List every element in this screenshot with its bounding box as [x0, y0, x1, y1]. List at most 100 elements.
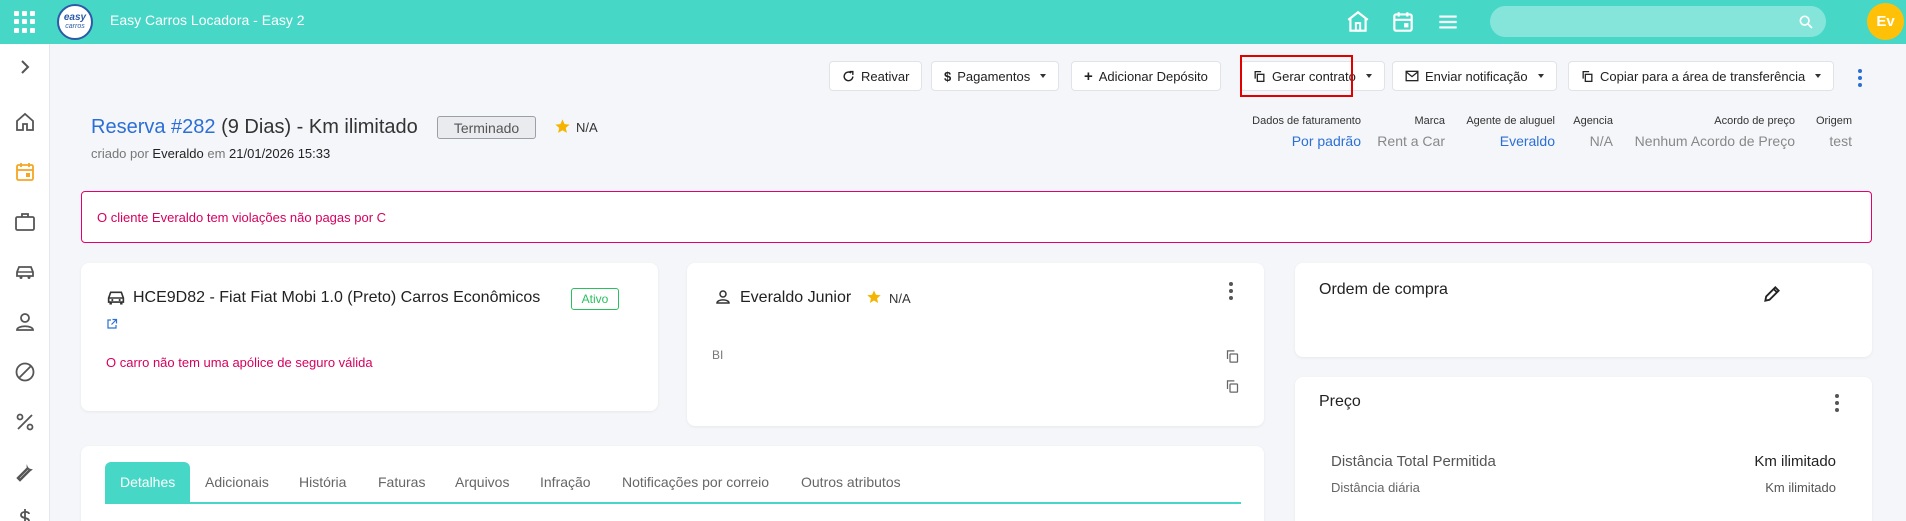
- sidebar-item-percent-icon[interactable]: [13, 410, 37, 434]
- customer-more-options-icon[interactable]: [1229, 282, 1233, 300]
- refresh-icon: [843, 70, 854, 81]
- send-notification-dropdown-button[interactable]: Enviar notificação: [1392, 61, 1557, 91]
- home-icon[interactable]: [1345, 9, 1371, 35]
- calendar-icon[interactable]: [1390, 9, 1416, 35]
- created-prefix: criado por: [91, 146, 153, 161]
- sidebar-item-dollar-icon[interactable]: [13, 506, 37, 521]
- tab-history[interactable]: História: [299, 462, 346, 502]
- car-icon: [107, 291, 125, 305]
- meta-label: Marca: [1414, 115, 1445, 127]
- star-icon: [555, 119, 570, 133]
- sidebar-item-car-icon[interactable]: [13, 260, 37, 284]
- top-bar: easy carros Easy Carros Locadora - Easy …: [0, 0, 1906, 44]
- customer-rating: N/A: [889, 291, 911, 306]
- chevron-right-icon[interactable]: [13, 55, 37, 79]
- more-options-icon[interactable]: [1858, 69, 1862, 87]
- sidebar-item-reservations-icon[interactable]: [13, 160, 37, 184]
- envelope-icon: [1405, 70, 1419, 82]
- sidebar-item-home-icon[interactable]: [13, 110, 37, 134]
- tab-details[interactable]: Detalhes: [105, 462, 191, 502]
- customer-card: [687, 263, 1264, 426]
- pencil-icon[interactable]: [1762, 284, 1782, 304]
- meta-rental-agent: Agente de aluguel Everaldo: [1466, 115, 1555, 149]
- meta-label: Acordo de preço: [1714, 115, 1795, 127]
- vehicle-status-badge: Ativo: [571, 288, 619, 310]
- payments-dropdown-button[interactable]: $ Pagamentos: [931, 61, 1060, 91]
- price-more-options-icon[interactable]: [1835, 394, 1839, 412]
- meta-price-agreement: Acordo de preço Nenhum Acordo de Preço: [1635, 115, 1795, 149]
- meta-value: Nenhum Acordo de Preço: [1634, 133, 1795, 149]
- copy-icon[interactable]: [1225, 379, 1240, 394]
- caret-down-icon: [1815, 74, 1822, 78]
- total-distance-value: Km ilimitado: [1754, 453, 1836, 470]
- user-avatar[interactable]: Ev: [1867, 3, 1904, 40]
- caret-down-icon: [1537, 74, 1544, 78]
- meta-value: test: [1829, 133, 1852, 149]
- app-title: Easy Carros Locadora - Easy 2: [110, 12, 305, 28]
- logo-text-line2: carros: [65, 23, 85, 30]
- sidebar-item-person-icon[interactable]: [13, 310, 37, 334]
- reactivate-button[interactable]: Reativar: [829, 61, 923, 91]
- created-info: criado por Everaldo em 21/01/2026 15:33: [91, 146, 330, 161]
- customer-doc-label: BI: [712, 348, 724, 362]
- meta-label: Agente de aluguel: [1466, 115, 1555, 127]
- dollar-icon: $: [944, 68, 952, 84]
- daily-distance-label: Distância diária: [1331, 480, 1420, 495]
- vehicle-card: [81, 263, 658, 411]
- details-tabs: Detalhes Adicionais História Faturas Arq…: [105, 462, 1241, 504]
- star-icon: [867, 290, 881, 303]
- meta-origin: Origem test: [1816, 115, 1852, 149]
- sidebar-item-briefcase-icon[interactable]: [13, 210, 37, 234]
- tab-other-attributes[interactable]: Outros atributos: [801, 462, 901, 502]
- meta-label: Agencia: [1573, 115, 1613, 127]
- add-deposit-label: Adicionar Depósito: [1098, 68, 1208, 84]
- price-title: Preço: [1319, 393, 1361, 410]
- reservation-rating: N/A: [576, 120, 598, 135]
- reservation-link[interactable]: Reserva #282: [91, 116, 216, 138]
- created-at: 21/01/2026 15:33: [229, 146, 331, 161]
- add-deposit-button[interactable]: + Adicionar Depósito: [1071, 61, 1221, 91]
- copy-clipboard-label: Copiar para a área de transferência: [1600, 68, 1806, 84]
- sidebar-item-wrench-icon[interactable]: [13, 460, 37, 484]
- meta-value: N/A: [1589, 133, 1613, 149]
- meta-value: Rent a Car: [1377, 133, 1445, 149]
- reservation-subtitle: (9 Dias) - Km ilimitado: [215, 116, 418, 138]
- send-notification-label: Enviar notificação: [1425, 68, 1528, 84]
- price-card: [1295, 377, 1872, 521]
- created-by: Everaldo: [152, 146, 204, 161]
- tab-invoices[interactable]: Faturas: [378, 462, 425, 502]
- daily-distance-value: Km ilimitado: [1765, 480, 1836, 495]
- tab-files[interactable]: Arquivos: [455, 462, 509, 502]
- tab-mail-notifications[interactable]: Notificações por correio: [622, 462, 769, 502]
- search-input[interactable]: [1490, 6, 1826, 37]
- sidebar-item-block-icon[interactable]: [13, 360, 37, 384]
- copy-clipboard-dropdown-button[interactable]: Copiar para a área de transferência: [1568, 61, 1835, 91]
- customer-name[interactable]: Everaldo Junior: [740, 289, 851, 307]
- total-distance-label: Distância Total Permitida: [1331, 453, 1496, 470]
- caret-down-icon: [1365, 74, 1372, 78]
- copy-icon[interactable]: [1225, 349, 1240, 364]
- search-icon: [1799, 15, 1813, 29]
- status-badge: Terminado: [437, 116, 536, 139]
- meta-value-link[interactable]: Por padrão: [1252, 133, 1361, 149]
- tab-infraction[interactable]: Infração: [540, 462, 591, 502]
- sidebar: [0, 44, 50, 521]
- menu-icon[interactable]: [1435, 9, 1461, 35]
- meta-value-link[interactable]: Everaldo: [1466, 133, 1555, 149]
- meta-label: Origem: [1815, 115, 1852, 127]
- meta-label: Dados de faturamento: [1252, 115, 1361, 127]
- reactivate-label: Reativar: [861, 68, 910, 84]
- vehicle-title[interactable]: HCE9D82 - Fiat Fiat Mobi 1.0 (Preto) Car…: [133, 289, 540, 307]
- meta-billing: Dados de faturamento Por padrão: [1252, 115, 1361, 149]
- reservation-title: Reserva #282 (9 Dias) - Km ilimitado: [91, 116, 418, 139]
- external-link-icon[interactable]: [106, 318, 118, 330]
- clipboard-icon: [1582, 70, 1593, 82]
- meta-brand: Marca Rent a Car: [1377, 115, 1445, 149]
- meta-agency: Agencia N/A: [1573, 115, 1613, 149]
- tab-additionals[interactable]: Adicionais: [205, 462, 269, 502]
- created-mid: em: [203, 146, 230, 161]
- company-logo[interactable]: easy carros: [57, 4, 93, 40]
- payments-label: Pagamentos: [957, 68, 1031, 84]
- apps-grid-icon[interactable]: [14, 11, 36, 33]
- insurance-warning: O carro não tem uma apólice de seguro vá…: [106, 355, 373, 370]
